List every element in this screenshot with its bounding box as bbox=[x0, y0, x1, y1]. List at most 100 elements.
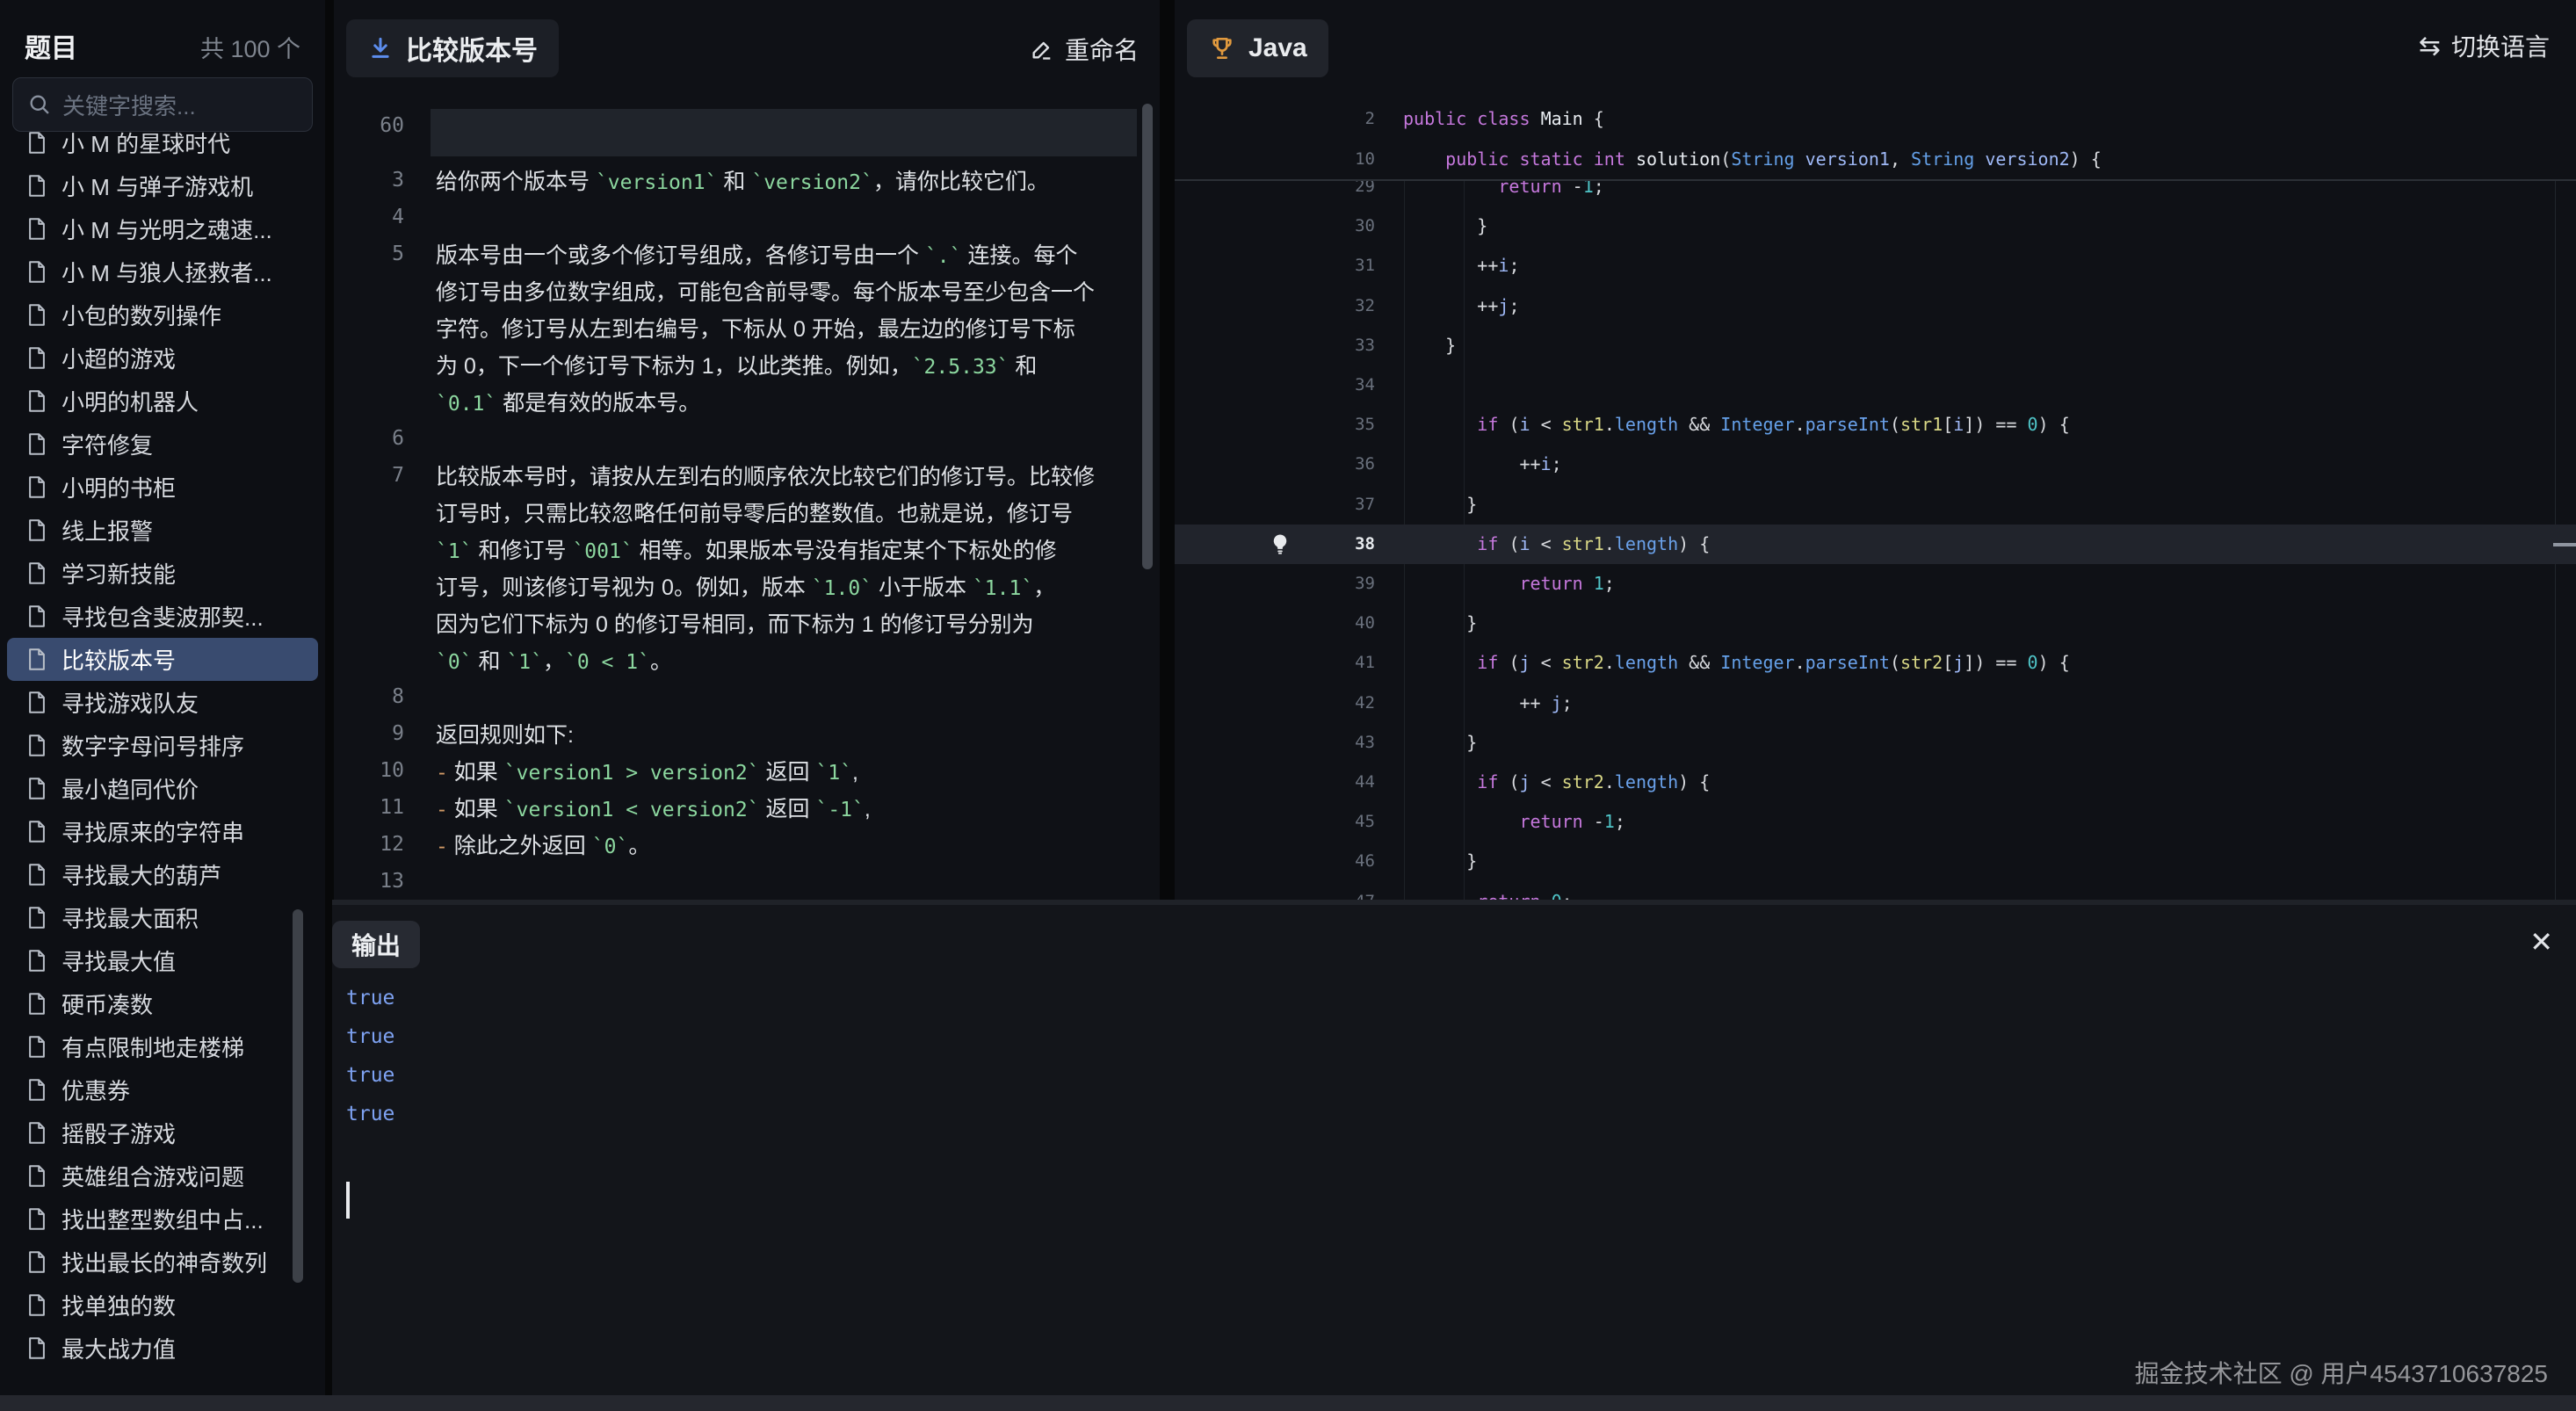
sidebar-item[interactable]: 学习新技能 bbox=[0, 552, 325, 595]
markdown-row[interactable]: 9返回规则如下: bbox=[334, 715, 1160, 752]
rename-button[interactable]: 重命名 bbox=[1030, 32, 1139, 67]
code-row[interactable]: 37 } bbox=[1175, 485, 2576, 525]
markdown-row[interactable]: 13 bbox=[334, 863, 1160, 900]
sidebar-item[interactable]: 最大战力值 bbox=[0, 1327, 325, 1370]
markdown-row[interactable]: `1` 和修订号 `001` 相等。如果版本号没有指定某个下标处的修 bbox=[334, 531, 1160, 568]
code-row[interactable]: 34 bbox=[1175, 365, 2576, 405]
code-row[interactable]: 10 public static int solution(String ver… bbox=[1175, 139, 2576, 179]
sidebar-item[interactable]: 寻找原来的字符串 bbox=[0, 810, 325, 853]
markdown-row[interactable]: 修订号由多位数字组成，可能包含前导零。每个版本号至少包含一个 bbox=[334, 272, 1160, 309]
markdown-row[interactable]: 11- 如果 `version1 < version2` 返回 `-1`, bbox=[334, 789, 1160, 826]
code-row[interactable]: 44 if (j < str2.length) { bbox=[1175, 763, 2576, 802]
problem-scrollbar[interactable] bbox=[1142, 104, 1153, 569]
code-line-text: ++i; bbox=[1403, 445, 1562, 484]
markdown-row[interactable]: 字符。修订号从左到右编号，下标从 0 开始，最左边的修订号下标 bbox=[334, 309, 1160, 346]
sidebar-item[interactable]: 小 M 与光明之魂速... bbox=[0, 207, 325, 250]
code-row[interactable]: 40 } bbox=[1175, 604, 2576, 643]
code-row[interactable]: 36 ++i; bbox=[1175, 445, 2576, 484]
sidebar-item[interactable]: 小包的数列操作 bbox=[0, 293, 325, 336]
code-row[interactable]: 43 } bbox=[1175, 723, 2576, 763]
markdown-row[interactable]: 7比较版本号时，请按从左到右的顺序依次比较它们的修订号。比较修 bbox=[334, 457, 1160, 494]
current-line-row[interactable]: 60 bbox=[334, 109, 1160, 162]
output-tab[interactable]: 输出 bbox=[332, 921, 420, 968]
sidebar-item[interactable]: 有点限制地走楼梯 bbox=[0, 1025, 325, 1068]
sidebar-item[interactable]: 最小趋同代价 bbox=[0, 767, 325, 810]
markdown-row[interactable]: 订号时，只需比较忽略任何前导零后的整数值。也就是说，修订号 bbox=[334, 494, 1160, 531]
code-row[interactable]: 31 ++i; bbox=[1175, 246, 2576, 286]
sidebar-item[interactable]: 线上报警 bbox=[0, 509, 325, 552]
code-row[interactable]: 42 ++ j; bbox=[1175, 684, 2576, 723]
sidebar-item[interactable]: 硬币凑数 bbox=[0, 982, 325, 1025]
markdown-row[interactable]: 10- 如果 `version1 > version2` 返回 `1`, bbox=[334, 752, 1160, 789]
close-output-button[interactable]: ✕ bbox=[2529, 928, 2553, 956]
sidebar-item[interactable]: 小 M 的星球时代 bbox=[0, 132, 325, 164]
code-row[interactable]: 45 return -1; bbox=[1175, 802, 2576, 842]
sidebar-item[interactable]: 比较版本号 bbox=[7, 638, 318, 681]
sidebar-item[interactable]: 摇骰子游戏 bbox=[0, 1111, 325, 1154]
problem-editor[interactable]: 603给你两个版本号 `version1` 和 `version2`，请你比较它… bbox=[334, 98, 1160, 903]
sidebar-item[interactable]: 小明的书柜 bbox=[0, 466, 325, 509]
code-token: [ bbox=[1943, 414, 1953, 435]
code-token: String bbox=[1731, 148, 1794, 170]
sidebar-item[interactable]: 找出整型数组中占... bbox=[0, 1198, 325, 1241]
code-row[interactable]: 39 return 1; bbox=[1175, 564, 2576, 604]
sidebar-item[interactable]: 找出最长的神奇数列 bbox=[0, 1241, 325, 1284]
sidebar-scrollbar[interactable] bbox=[293, 909, 303, 1283]
markdown-row[interactable]: 6 bbox=[334, 420, 1160, 457]
current-line-highlight bbox=[431, 109, 1137, 156]
code-row[interactable]: 32 ++j; bbox=[1175, 286, 2576, 326]
sidebar-item[interactable]: 字符修复 bbox=[0, 423, 325, 466]
code-editor[interactable]: 2public class Main {10 public static int… bbox=[1175, 98, 2576, 903]
sidebar-item[interactable]: 小明的机器人 bbox=[0, 380, 325, 423]
lightbulb-icon[interactable] bbox=[1268, 532, 1292, 556]
code-row[interactable]: 2public class Main { bbox=[1175, 98, 2576, 139]
line-number: 3 bbox=[334, 169, 404, 192]
switch-language-button[interactable]: ⇆ 切换语言 bbox=[2419, 28, 2550, 63]
sidebar-item[interactable]: 寻找包含斐波那契... bbox=[0, 595, 325, 638]
sidebar-item[interactable]: 英雄组合游戏问题 bbox=[0, 1154, 325, 1198]
sidebar-item[interactable]: 小 M 与弹子游戏机 bbox=[0, 164, 325, 207]
sidebar-item[interactable]: 小超的游戏 bbox=[0, 336, 325, 380]
line-number: 34 bbox=[1175, 365, 1375, 405]
sidebar-item[interactable]: 寻找最大值 bbox=[0, 939, 325, 982]
code-row[interactable]: 46 } bbox=[1175, 842, 2576, 881]
sidebar-item[interactable]: 寻找游戏队友 bbox=[0, 681, 325, 724]
markdown-row[interactable]: `0.1` 都是有效的版本号。 bbox=[334, 383, 1160, 420]
code-row[interactable]: 33 } bbox=[1175, 326, 2576, 365]
markdown-row[interactable]: 订号，则该修订号视为 0。例如，版本 `1.0` 小于版本 `1.1`， bbox=[334, 568, 1160, 604]
language-tab[interactable]: Java bbox=[1187, 19, 1328, 77]
output-lines: truetruetruetrue bbox=[346, 979, 394, 1133]
line-number: 13 bbox=[334, 870, 404, 893]
markdown-row[interactable]: 4 bbox=[334, 199, 1160, 235]
trophy-icon bbox=[1208, 34, 1236, 62]
code-row[interactable]: 41 if (j < str2.length && Integer.parseI… bbox=[1175, 643, 2576, 683]
sidebar-item[interactable]: 数字字母问号排序 bbox=[0, 724, 325, 767]
markdown-row[interactable]: 3给你两个版本号 `version1` 和 `version2`，请你比较它们。 bbox=[334, 162, 1160, 199]
markdown-row[interactable]: `0` 和 `1`，`0 < 1`。 bbox=[334, 641, 1160, 678]
sidebar-item[interactable]: 小 M 与狼人拯救者... bbox=[0, 250, 325, 293]
markdown-row-content: 返回规则如下: bbox=[436, 718, 574, 749]
code-token: . bbox=[1604, 533, 1615, 554]
problem-tab[interactable]: 比较版本号 bbox=[346, 19, 559, 77]
search-input[interactable]: 关键字搜索... bbox=[12, 77, 313, 132]
markdown-row[interactable]: 8 bbox=[334, 678, 1160, 715]
sidebar-item[interactable]: 寻找最大的葫芦 bbox=[0, 853, 325, 896]
code-row[interactable]: 30 } bbox=[1175, 206, 2576, 246]
sidebar-item[interactable]: 字符串最短循环子串 bbox=[0, 1370, 325, 1379]
markdown-row[interactable]: 12- 除此之外返回 `0`。 bbox=[334, 826, 1160, 863]
switch-language-label: 切换语言 bbox=[2451, 28, 2550, 63]
code-token: - bbox=[1594, 811, 1604, 832]
code-token: version1 bbox=[1805, 148, 1890, 170]
sidebar-item-label: 比较版本号 bbox=[62, 643, 176, 676]
markdown-row[interactable]: 因为它们下标为 0 的修订号相同，而下标为 1 的修订号分别为 bbox=[334, 604, 1160, 641]
markdown-row[interactable]: 5版本号由一个或多个修订号组成，各修订号由一个 `.` 连接。每个 bbox=[334, 235, 1160, 272]
output-panel[interactable]: 输出 ✕ truetruetruetrue bbox=[332, 905, 2576, 1395]
sidebar-item[interactable]: 找单独的数 bbox=[0, 1284, 325, 1327]
code-row[interactable]: 35 if (i < str1.length && Integer.parseI… bbox=[1175, 405, 2576, 445]
markdown-row[interactable]: 为 0，下一个修订号下标为 1，以此类推。例如，`2.5.33` 和 bbox=[334, 346, 1160, 383]
sidebar-item[interactable]: 优惠券 bbox=[0, 1068, 325, 1111]
code-token bbox=[1689, 533, 1699, 554]
markdown-text: 返回规则如下: bbox=[436, 723, 574, 748]
sidebar-item[interactable]: 寻找最大面积 bbox=[0, 896, 325, 939]
code-row-current[interactable]: 38 if (i < str1.length) { bbox=[1175, 525, 2576, 564]
